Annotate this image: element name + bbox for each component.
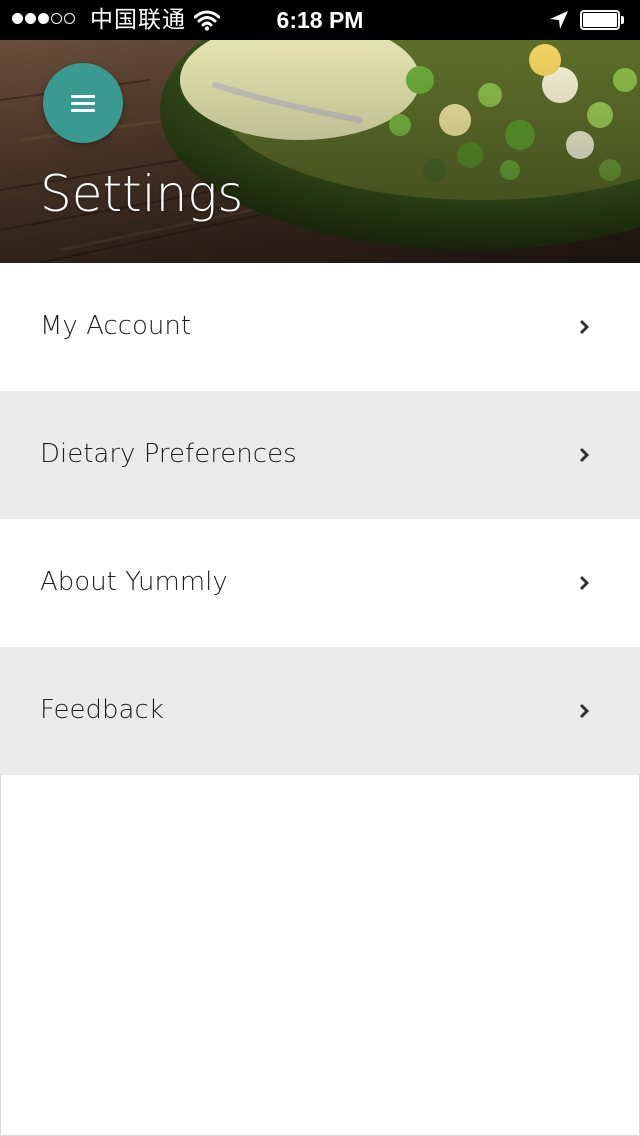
chevron-right-icon — [578, 703, 590, 723]
status-bar: 中国联通 6:18 PM — [0, 0, 640, 40]
menu-button[interactable] — [43, 63, 123, 143]
settings-list: My Account Dietary Preferences About Yum… — [0, 263, 640, 775]
settings-item-dietary-preferences[interactable]: Dietary Preferences — [0, 391, 640, 519]
settings-item-feedback[interactable]: Feedback — [0, 647, 640, 775]
chevron-right-icon — [578, 447, 590, 467]
settings-item-label: My Account — [40, 311, 192, 341]
location-arrow-icon — [548, 9, 570, 35]
status-time: 6:18 PM — [276, 7, 364, 33]
settings-screen: 中国联通 6:18 PM Settings My Account Dietary… — [0, 0, 640, 1136]
header-banner: Settings — [0, 40, 640, 263]
settings-item-label: About Yummly — [40, 567, 228, 597]
chevron-right-icon — [578, 575, 590, 595]
empty-content-area — [0, 775, 640, 1136]
settings-item-label: Feedback — [40, 695, 164, 725]
settings-item-about-yummly[interactable]: About Yummly — [0, 519, 640, 647]
chevron-right-icon — [578, 319, 590, 339]
settings-item-label: Dietary Preferences — [40, 439, 297, 469]
battery-icon — [580, 10, 624, 30]
page-title: Settings — [40, 165, 244, 223]
settings-item-my-account[interactable]: My Account — [0, 263, 640, 391]
